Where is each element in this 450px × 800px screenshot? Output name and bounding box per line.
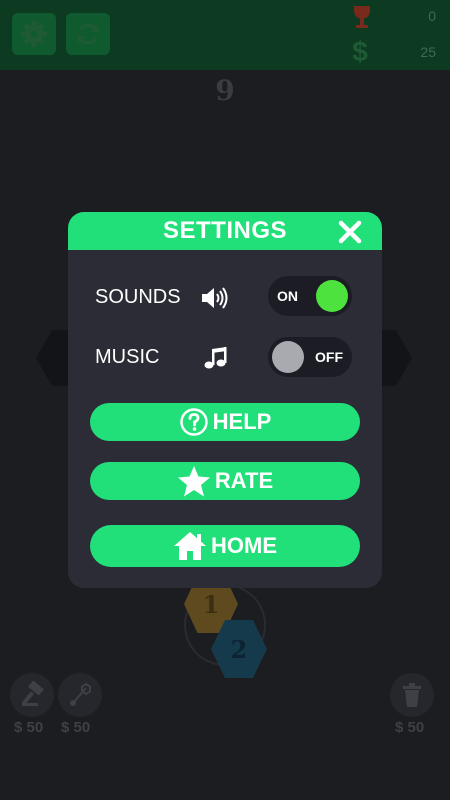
sounds-toggle[interactable]: ON: [268, 276, 352, 316]
help-label: HELP: [212, 409, 272, 434]
score-value: 0: [428, 8, 436, 24]
sounds-label: SOUNDS: [95, 286, 181, 308]
home-button[interactable]: HOME: [90, 525, 360, 567]
music-note-icon: [201, 344, 229, 372]
sounds-toggle-state: ON: [277, 288, 298, 304]
trash-tool-button[interactable]: [390, 673, 434, 717]
dialog-title: SETTINGS: [162, 217, 287, 244]
question-icon: [179, 407, 209, 437]
top-bar: 0 $ 25: [0, 0, 450, 70]
settings-dialog: SETTINGS SOUNDS ON MUSIC OFF HELP RATE H…: [68, 212, 382, 588]
close-icon: [338, 220, 362, 244]
home-icon: [173, 530, 207, 562]
refresh-icon: [78, 23, 98, 45]
gear-icon: [21, 21, 47, 47]
dialog-header: SETTINGS: [68, 212, 382, 250]
help-button[interactable]: HELP: [90, 403, 360, 441]
restart-button[interactable]: [66, 13, 110, 55]
hammer-price: $ 50: [14, 719, 44, 736]
hammer-tool-button[interactable]: [10, 673, 54, 717]
coins-value: 25: [420, 44, 436, 60]
trash-icon: [403, 683, 421, 707]
star-icon: [177, 465, 211, 497]
hammer-icon: [21, 681, 44, 706]
sounds-toggle-knob: [316, 280, 348, 312]
swap-icon: [70, 682, 91, 706]
swap-tool-button[interactable]: [58, 673, 102, 717]
speaker-icon: [198, 284, 230, 312]
close-button[interactable]: [336, 218, 364, 246]
music-toggle-state: OFF: [315, 349, 343, 365]
home-label: HOME: [211, 533, 277, 558]
music-toggle[interactable]: OFF: [268, 337, 352, 377]
music-label: MUSIC: [95, 346, 160, 368]
level-number: 9: [215, 74, 235, 107]
rate-label: RATE: [214, 468, 274, 493]
dollar-icon: $: [352, 36, 368, 67]
trophy-icon: [350, 4, 374, 30]
music-toggle-knob: [272, 341, 304, 373]
rate-button[interactable]: RATE: [90, 462, 360, 500]
swap-price: $ 50: [61, 719, 91, 736]
trash-price: $ 50: [395, 719, 425, 736]
settings-button[interactable]: [12, 13, 56, 55]
